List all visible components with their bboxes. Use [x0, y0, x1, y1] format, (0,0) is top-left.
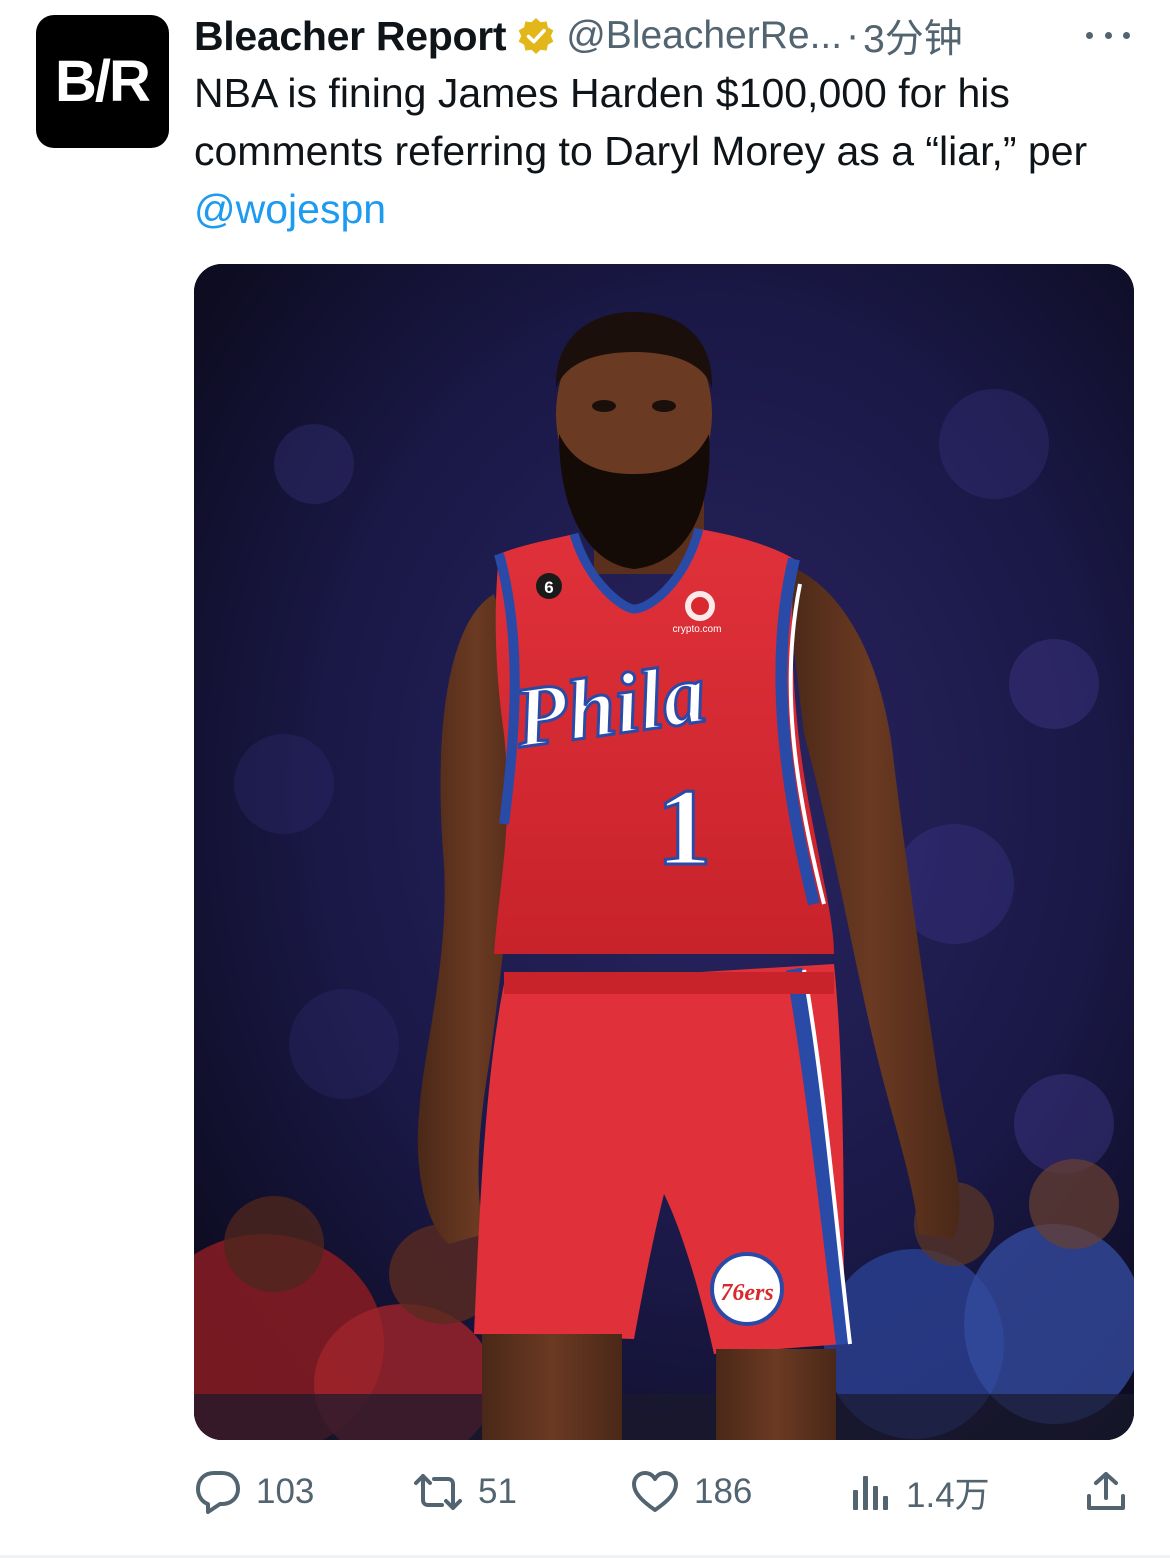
- tweet-body: NBA is fining James Harden $100,000 for …: [194, 70, 1088, 174]
- bleacher-report-logo: B/R: [55, 49, 152, 114]
- jersey-patch-number: 6: [544, 578, 553, 597]
- views-button[interactable]: 1.4万: [850, 1462, 990, 1522]
- retweet-count: 51: [478, 1472, 517, 1511]
- more-options-icon[interactable]: [1086, 22, 1130, 48]
- share-icon: [1087, 1472, 1125, 1510]
- reply-icon: [196, 1471, 240, 1514]
- share-button[interactable]: [1084, 1462, 1128, 1522]
- logo-text: B/R: [55, 49, 150, 114]
- tweet-header: Bleacher Report @BleacherRe... · 3分钟: [194, 8, 1144, 64]
- retweet-button[interactable]: 51: [412, 1462, 517, 1522]
- views-count: 1.4万: [906, 1475, 990, 1515]
- tweet-text: NBA is fining James Harden $100,000 for …: [194, 64, 1139, 238]
- sponsor-text: crypto.com: [673, 624, 722, 635]
- avatar[interactable]: B/R: [36, 15, 169, 148]
- jersey-number: 1: [657, 766, 712, 888]
- action-bar: 103 51 186 1.4万: [194, 1462, 1134, 1522]
- separator-dot: ·: [846, 14, 860, 57]
- retweet-icon: [414, 1474, 462, 1510]
- tweet-photo[interactable]: 6 crypto.com Phila 1 76ers: [194, 264, 1134, 1440]
- display-name[interactable]: Bleacher Report: [194, 13, 507, 60]
- reply-button[interactable]: 103: [194, 1462, 314, 1522]
- mention-link[interactable]: @wojespn: [194, 186, 386, 232]
- analytics-icon: [853, 1476, 888, 1510]
- like-count: 186: [694, 1472, 753, 1511]
- like-button[interactable]: 186: [630, 1462, 752, 1522]
- shorts-logo-text: 76ers: [720, 1280, 773, 1306]
- timestamp[interactable]: 3分钟: [863, 8, 963, 64]
- reply-count: 103: [256, 1472, 315, 1511]
- heart-icon: [632, 1471, 678, 1512]
- handle[interactable]: @BleacherRe...: [566, 14, 842, 58]
- verified-badge-icon[interactable]: [516, 16, 556, 56]
- photo-illustration: 6 crypto.com Phila 1 76ers: [194, 264, 1134, 1440]
